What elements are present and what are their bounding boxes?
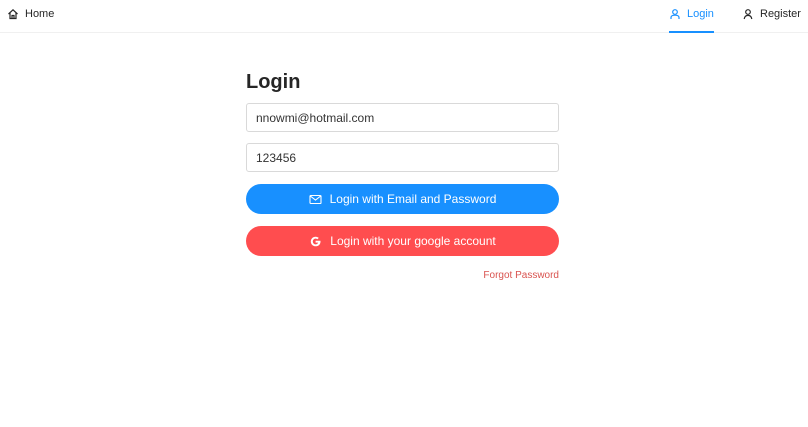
- page-title: Login: [246, 71, 301, 93]
- user-icon: [669, 8, 681, 20]
- nav-register[interactable]: Register: [742, 0, 801, 30]
- nav-login[interactable]: Login: [669, 0, 714, 30]
- forgot-password-link[interactable]: Forgot Password: [483, 270, 559, 281]
- nav-register-label: Register: [760, 7, 801, 20]
- nav-login-label: Login: [687, 7, 714, 20]
- login-email-button-label: Login with Email and Password: [329, 192, 497, 206]
- nav-home-label: Home: [25, 7, 55, 20]
- login-google-button[interactable]: Login with your google account: [246, 226, 559, 256]
- mail-icon: [309, 193, 322, 206]
- user-icon: [742, 8, 754, 20]
- home-icon: [7, 8, 19, 20]
- active-tab-indicator: [669, 31, 714, 33]
- google-icon: [309, 235, 322, 248]
- nav-home[interactable]: Home: [7, 0, 54, 30]
- login-email-button[interactable]: Login with Email and Password: [246, 184, 559, 214]
- top-navigation: Home Login Register: [0, 0, 808, 33]
- login-form: Login Login with Email and Password Logi…: [246, 68, 559, 281]
- password-field[interactable]: [246, 143, 559, 172]
- email-field[interactable]: [246, 103, 559, 132]
- login-google-button-label: Login with your google account: [330, 234, 496, 248]
